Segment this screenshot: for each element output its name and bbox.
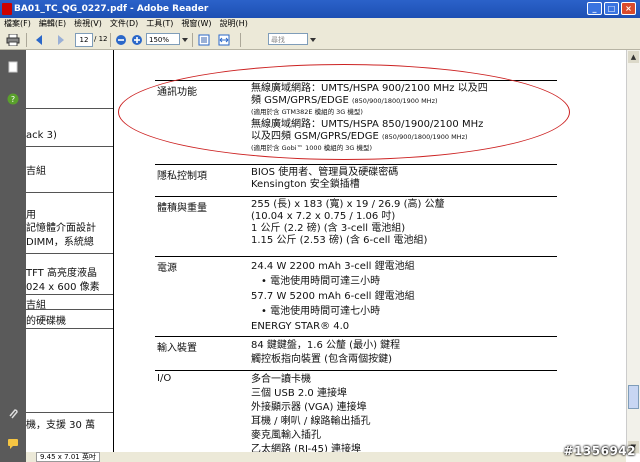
scroll-up-icon[interactable]: ▲ [628, 51, 639, 63]
menu-help[interactable]: 說明(H) [219, 18, 249, 30]
page-total: / 12 [94, 35, 108, 43]
zoom-level-select[interactable]: 150% [146, 33, 180, 45]
menu-window[interactable]: 視窗(W) [180, 18, 212, 30]
menu-file[interactable]: 檔案(F) [3, 18, 32, 30]
status-bar: 9.45 x 7.01 英吋 [26, 452, 626, 462]
adobe-reader-icon [2, 3, 12, 15]
spec-label: 電源 [157, 263, 177, 274]
spec-label: I/O [157, 373, 172, 384]
previous-page-icon[interactable] [32, 33, 48, 47]
fragment-text: ack 3) [26, 130, 57, 141]
menu-tools[interactable]: 工具(T) [145, 18, 174, 30]
spec-label: 體積與重量 [157, 203, 207, 214]
page-size-indicator: 9.45 x 7.01 英吋 [36, 452, 100, 462]
spec-label: 輸入裝置 [157, 343, 197, 354]
spec-value: 24.4 W 2200 mAh 3-cell 鋰電池組 • 電池使用時間可達三小… [251, 261, 415, 332]
spec-value: BIOS 使用者、管理員及硬碟密碼 Kensington 安全鎖插槽 [251, 167, 399, 190]
menu-bar: 檔案(F) 編輯(E) 檢視(V) 文件(D) 工具(T) 視窗(W) 說明(H… [0, 18, 640, 30]
zoom-in-icon[interactable] [130, 33, 144, 47]
spec-row-io: I/O 多合一讀卡機 三個 USB 2.0 連接埠 外接顯示器 (VGA) 連接… [155, 370, 557, 452]
menu-edit[interactable]: 編輯(E) [38, 18, 67, 30]
menu-view[interactable]: 檢視(V) [73, 18, 103, 30]
page-number-input[interactable]: 12 [75, 33, 93, 47]
search-dropdown-icon[interactable] [309, 33, 317, 47]
spec-label: 通訊功能 [157, 87, 197, 98]
menu-document[interactable]: 文件(D) [109, 18, 139, 30]
previous-column-fragment: ack 3) 吉組 用 記憶體介面設計 DIMM，系統總 TFT 高亮度液晶 0… [26, 50, 114, 452]
pages-icon[interactable] [7, 58, 19, 73]
spec-value: 無線廣域網路：UMTS/HSPA 900/2100 MHz 以及四 頻 GSM/… [251, 83, 488, 152]
spec-row-input: 輸入裝置 84 鍵鍵盤，1.6 公釐 (最小) 鍵程 觸控板指向裝置 (包含兩個… [155, 336, 557, 371]
next-page-icon[interactable] [52, 33, 68, 47]
watermark: #1356942 [563, 444, 636, 458]
chevron-down-icon[interactable] [181, 33, 189, 47]
toolbar: 12 / 12 150% 尋找 [0, 30, 640, 50]
navigation-pane: ? [0, 50, 26, 462]
fit-page-icon[interactable] [196, 33, 212, 47]
zoom-out-icon[interactable] [114, 33, 128, 47]
spec-value: 多合一讀卡機 三個 USB 2.0 連接埠 外接顯示器 (VGA) 連接埠 耳機… [251, 374, 371, 452]
scroll-thumb[interactable] [628, 385, 639, 409]
fragment-text: 的硬碟機 [26, 316, 66, 327]
fragment-text: 024 x 600 像素 [26, 282, 100, 293]
window-title: BA01_TC_QG_0227.pdf - Adobe Reader [14, 4, 209, 14]
spec-row-communication: 通訊功能 無線廣域網路：UMTS/HSPA 900/2100 MHz 以及四 頻… [155, 80, 557, 165]
spec-value: 255 (長) x 183 (寬) x 19 / 26.9 (高) 公釐 (10… [251, 199, 445, 246]
comments-icon[interactable] [7, 434, 19, 449]
vertical-scrollbar[interactable]: ▲ ▼ [626, 50, 640, 454]
search-input[interactable]: 尋找 [268, 33, 308, 45]
fragment-text: 記憶體介面設計 [26, 223, 96, 234]
maximize-button[interactable]: □ [604, 2, 619, 15]
window-controls: _ □ × [587, 2, 636, 15]
document-view[interactable]: ack 3) 吉組 用 記憶體介面設計 DIMM，系統總 TFT 高亮度液晶 0… [26, 50, 626, 452]
spec-row-power: 電源 24.4 W 2200 mAh 3-cell 鋰電池組 • 電池使用時間可… [155, 256, 557, 337]
spec-row-dimensions: 體積與重量 255 (長) x 183 (寬) x 19 / 26.9 (高) … [155, 196, 557, 257]
spec-label: 隱私控制項 [157, 171, 207, 182]
fragment-text: DIMM，系統總 [26, 237, 94, 248]
print-icon[interactable] [4, 33, 22, 47]
close-button[interactable]: × [621, 2, 636, 15]
help-icon[interactable]: ? [7, 90, 19, 105]
svg-text:?: ? [11, 95, 15, 104]
spec-value: 84 鍵鍵盤，1.6 公釐 (最小) 鍵程 觸控板指向裝置 (包含兩個按鍵) [251, 340, 401, 365]
window-titlebar: BA01_TC_QG_0227.pdf - Adobe Reader _ □ × [0, 0, 640, 18]
fit-width-icon[interactable] [216, 33, 232, 47]
fragment-text: 吉組 [26, 166, 46, 177]
spec-row-privacy: 隱私控制項 BIOS 使用者、管理員及硬碟密碼 Kensington 安全鎖插槽 [155, 164, 557, 197]
minimize-button[interactable]: _ [587, 2, 602, 15]
fragment-text: 機，支援 30 萬 [26, 420, 96, 431]
attachment-icon[interactable] [7, 404, 19, 419]
fragment-text: TFT 高亮度液晶 [26, 268, 97, 279]
